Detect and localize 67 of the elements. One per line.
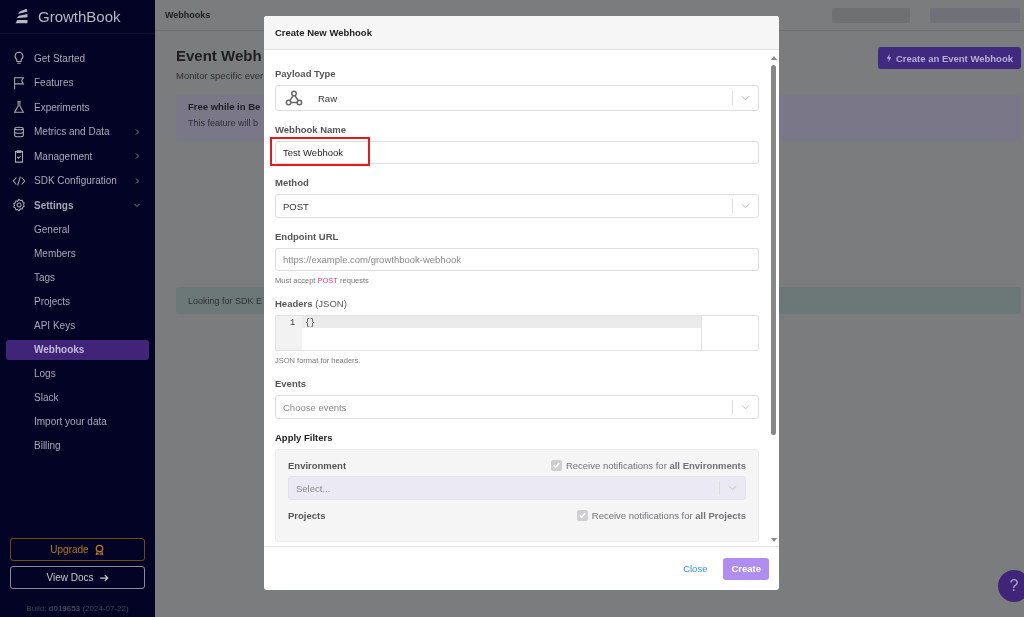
chevron-down-icon <box>728 485 737 491</box>
endpoint-url-input[interactable]: https://example.com/growthbook-webhook <box>275 248 759 271</box>
field-label: Events <box>275 378 307 389</box>
help-button[interactable]: ? <box>998 570 1024 602</box>
upgrade-button[interactable]: Upgrade <box>10 538 145 561</box>
view-docs-button[interactable]: View Docs <box>10 566 145 589</box>
field-label: Webhook Name <box>275 124 347 135</box>
scroll-down-icon[interactable] <box>770 538 777 542</box>
sidebar-subitem[interactable]: Tags <box>6 267 149 288</box>
sidebar-item[interactable]: SDK Configuration <box>0 168 155 193</box>
filter-label: Projects <box>288 510 326 521</box>
code-editor[interactable]: 1 {} <box>275 315 759 351</box>
code-text: {} <box>304 318 316 328</box>
page-subtitle: Monitor specific ever <box>176 70 264 81</box>
sidebar-item[interactable]: Get Started <box>0 46 155 71</box>
sidebar-subitem[interactable]: Logs <box>6 363 149 384</box>
line-number: 1 <box>289 317 296 328</box>
sdk-notice-text: Looking for SDK E <box>188 295 263 306</box>
nav-icon <box>12 124 26 139</box>
sidebar-subitem[interactable]: API Keys <box>6 315 149 336</box>
checkbox-label: Receive notifications for all Projects <box>591 510 746 521</box>
sidebar-subitem[interactable]: Members <box>6 243 149 264</box>
field-label: Endpoint URL <box>275 231 339 242</box>
sidebar-item[interactable]: Management <box>0 144 155 169</box>
brand-name: GrowthBook <box>38 8 121 25</box>
field-label: Payload Type <box>275 68 336 79</box>
award-icon <box>93 544 105 555</box>
webhook-name-input[interactable]: Test Webhook <box>275 141 759 164</box>
webhook-icon <box>285 89 303 107</box>
sidebar-subitem[interactable]: Import your data <box>6 411 149 432</box>
sidebar-item[interactable]: Settings <box>0 193 155 218</box>
sidebar-subitem[interactable]: Slack <box>6 387 149 408</box>
sidebar-subitem[interactable]: General <box>6 219 149 240</box>
lightning-icon <box>885 53 892 63</box>
sidebar-item[interactable]: Features <box>0 70 155 95</box>
logo-icon <box>13 8 30 25</box>
nav-icon <box>12 100 26 115</box>
modal-title: Create New Webhook <box>275 27 372 38</box>
nav-icon <box>12 51 26 66</box>
breadcrumb: Webhooks <box>165 10 211 20</box>
nav-icon <box>12 149 26 164</box>
sidebar-item[interactable]: Experiments <box>0 95 155 120</box>
chevron-down-icon <box>741 95 750 101</box>
sidebar-subitem[interactable]: Billing <box>6 435 149 456</box>
chevron-down-icon <box>741 203 750 209</box>
select-field[interactable]: POST <box>275 194 759 218</box>
beta-title: Free while in Be <box>188 101 261 112</box>
sidebar-subitem[interactable]: Projects <box>6 291 149 312</box>
filter-label: Environment <box>288 460 347 471</box>
scrollbar[interactable] <box>770 56 777 542</box>
chevron-down-icon <box>741 404 750 410</box>
field-label: Headers (JSON) <box>275 298 347 309</box>
section-title: Apply Filters <box>275 432 334 443</box>
create-webhook-button[interactable]: Create an Event Webhook <box>877 47 1021 69</box>
select-field[interactable]: Choose events <box>275 395 759 419</box>
nav-icon <box>12 198 26 213</box>
field-label: Method <box>275 177 309 188</box>
sidebar-item[interactable]: Metrics and Data <box>0 119 155 144</box>
beta-text: This feature will b <box>188 118 259 128</box>
close-button[interactable]: Close <box>677 559 714 578</box>
sidebar-subitem[interactable]: Webhooks <box>6 339 149 360</box>
page-title: Event Webh <box>176 47 263 64</box>
nav-icon <box>12 75 26 90</box>
arrow-right-icon <box>98 572 109 583</box>
scroll-up-icon[interactable] <box>770 56 777 60</box>
checkbox-label: Receive notifications for all Environments <box>565 460 746 471</box>
select-field[interactable]: Raw <box>275 85 759 111</box>
